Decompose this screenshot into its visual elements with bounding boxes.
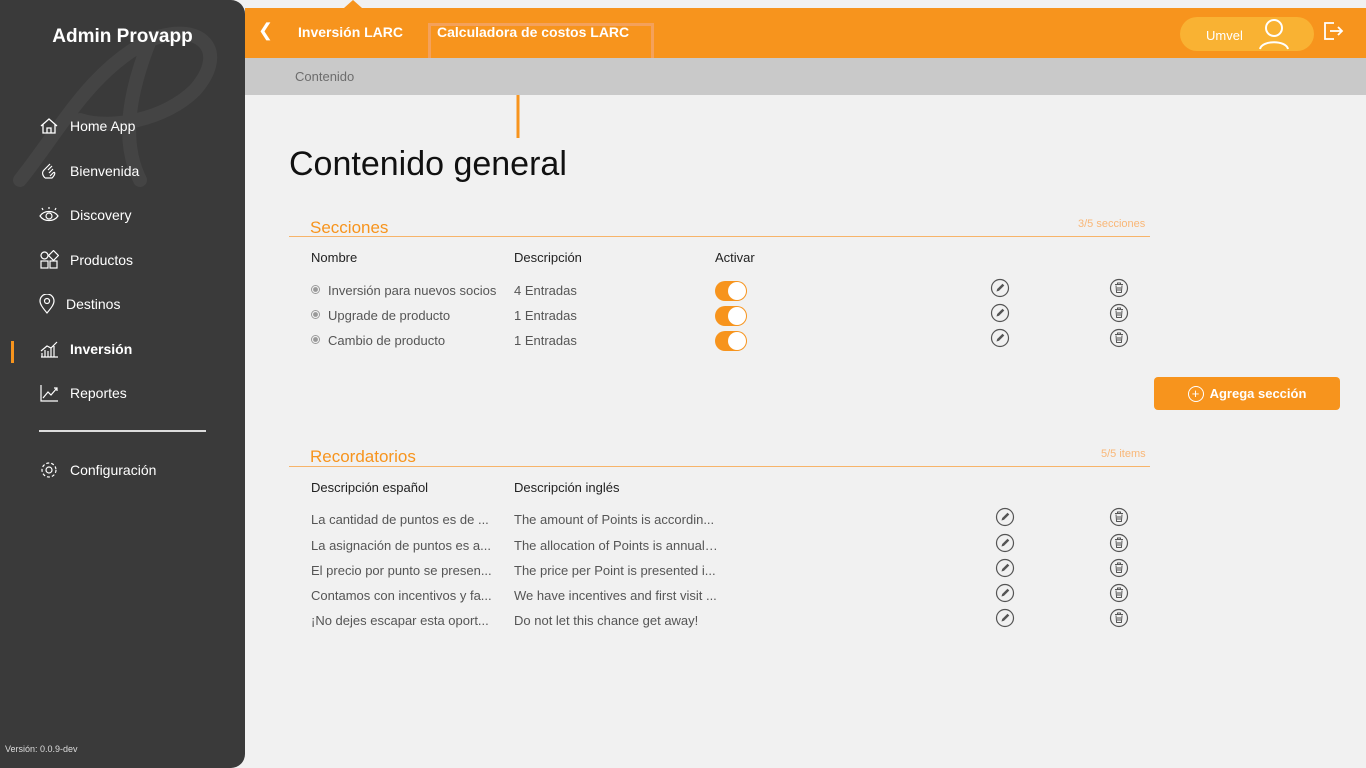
home-icon [38,115,60,137]
delete-trash-icon[interactable] [1109,507,1129,527]
edit-pencil-icon[interactable] [995,558,1015,578]
sidebar-item-configuracion[interactable]: Configuración [38,458,156,482]
sidebar-item-reportes[interactable]: Reportes [38,381,127,405]
page-title: Contenido general [289,145,567,183]
sections-title: Secciones [310,218,389,237]
edit-pencil-icon[interactable] [995,533,1015,553]
delete-trash-icon[interactable] [1109,278,1129,298]
sidebar: Admin Provapp Home App Bienvenida Discov… [0,0,245,768]
delete-trash-icon[interactable] [1109,583,1129,603]
sections-count: 3/5 secciones [1078,218,1146,230]
bar-chart-icon [38,338,60,360]
section-description: 1 Entradas [514,333,577,348]
column-header-description-es: Descripción español [311,480,429,495]
delete-trash-icon[interactable] [1109,303,1129,323]
edit-pencil-icon[interactable] [990,278,1010,298]
reminder-es: El precio por punto se presen... [311,563,492,578]
activate-toggle[interactable] [715,281,747,301]
sections-divider [289,236,1150,237]
sidebar-item-discovery[interactable]: Discovery [38,203,131,227]
shapes-icon [38,249,60,271]
add-section-label: Agrega sección [1209,386,1307,401]
activate-toggle[interactable] [715,306,747,326]
plus-circle-icon: + [1187,385,1204,402]
sidebar-item-label: Configuración [70,462,157,478]
reminder-es: La cantidad de puntos es de ... [311,512,489,527]
reminder-en: We have incentives and first visit ... [514,588,717,603]
reminder-es: Contamos con incentivos y fa... [311,588,492,603]
reminders-title: Recordatorios [310,447,416,466]
breadcrumb-inversion-larc[interactable]: Inversión LARC [298,24,403,40]
section-name: Cambio de producto [328,333,446,348]
section-description: 4 Entradas [514,283,577,298]
section-name: Upgrade de producto [328,308,451,323]
sidebar-item-label: Bienvenida [70,163,140,179]
location-pin-icon [38,293,56,315]
sidebar-item-home-app[interactable]: Home App [38,114,135,138]
user-menu[interactable]: Umvel [1180,17,1314,51]
edit-pencil-icon[interactable] [995,583,1015,603]
sidebar-item-label: Productos [70,252,134,268]
edit-pencil-icon[interactable] [990,303,1010,323]
reminder-es: ¡No dejes escapar esta oport... [311,613,489,628]
reminder-en: The price per Point is presented i... [514,563,716,578]
sidebar-item-productos[interactable]: Productos [38,248,133,272]
back-chevron-icon[interactable]: ❮ [258,20,273,41]
column-header-activate: Activar [715,250,755,265]
wave-hand-icon [38,160,60,182]
reminder-en: The amount of Points is accordin... [514,512,715,527]
delete-trash-icon[interactable] [1109,328,1129,348]
sub-header-label: Contenido [295,69,355,84]
sidebar-item-label: Inversión [70,341,133,357]
active-tab-notch [344,0,362,8]
sidebar-divider [39,430,206,432]
user-avatar-icon [1256,18,1292,53]
gear-icon [38,459,60,481]
delete-trash-icon[interactable] [1109,533,1129,553]
version-label: Versión: 0.0.9-dev [5,744,78,754]
delete-trash-icon[interactable] [1109,608,1129,628]
app-title: Admin Provapp [52,26,193,47]
bullet-icon [311,335,320,344]
sidebar-item-label: Home App [70,118,136,134]
activate-toggle[interactable] [715,331,747,351]
reminder-en: The allocation of Points is annual ... [514,538,719,553]
sidebar-item-label: Destinos [66,296,121,312]
top-bar: ❮ Inversión LARC Calculadora de costos L… [245,8,1366,58]
eye-icon [38,204,60,226]
user-name: Umvel [1206,28,1243,43]
sidebar-item-label: Discovery [70,207,132,223]
sidebar-item-label: Reportes [70,385,127,401]
reminders-count: 5/5 items [1101,448,1146,460]
reminder-es: La asignación de puntos es a... [311,538,491,553]
sidebar-item-destinos[interactable]: Destinos [38,292,120,316]
bullet-icon [311,285,320,294]
reminder-en: Do not let this chance get away! [514,613,699,628]
sub-header: Contenido [245,58,1366,95]
logout-icon[interactable] [1322,20,1344,47]
sidebar-item-inversion[interactable]: Inversión [38,337,132,361]
active-indicator [11,341,14,363]
column-header-description: Descripción [514,250,582,265]
line-chart-icon [38,382,60,404]
edit-pencil-icon[interactable] [990,328,1010,348]
edit-pencil-icon[interactable] [995,507,1015,527]
column-header-description-en: Descripción inglés [514,480,620,495]
reminders-divider [289,466,1150,467]
add-section-button[interactable]: + Agrega sección [1154,377,1340,410]
delete-trash-icon[interactable] [1109,558,1129,578]
bullet-icon [311,310,320,319]
section-description: 1 Entradas [514,308,577,323]
edit-pencil-icon[interactable] [995,608,1015,628]
column-header-name: Nombre [311,250,358,265]
sidebar-item-bienvenida[interactable]: Bienvenida [38,159,139,183]
section-name: Inversión para nuevos socios [328,283,497,298]
